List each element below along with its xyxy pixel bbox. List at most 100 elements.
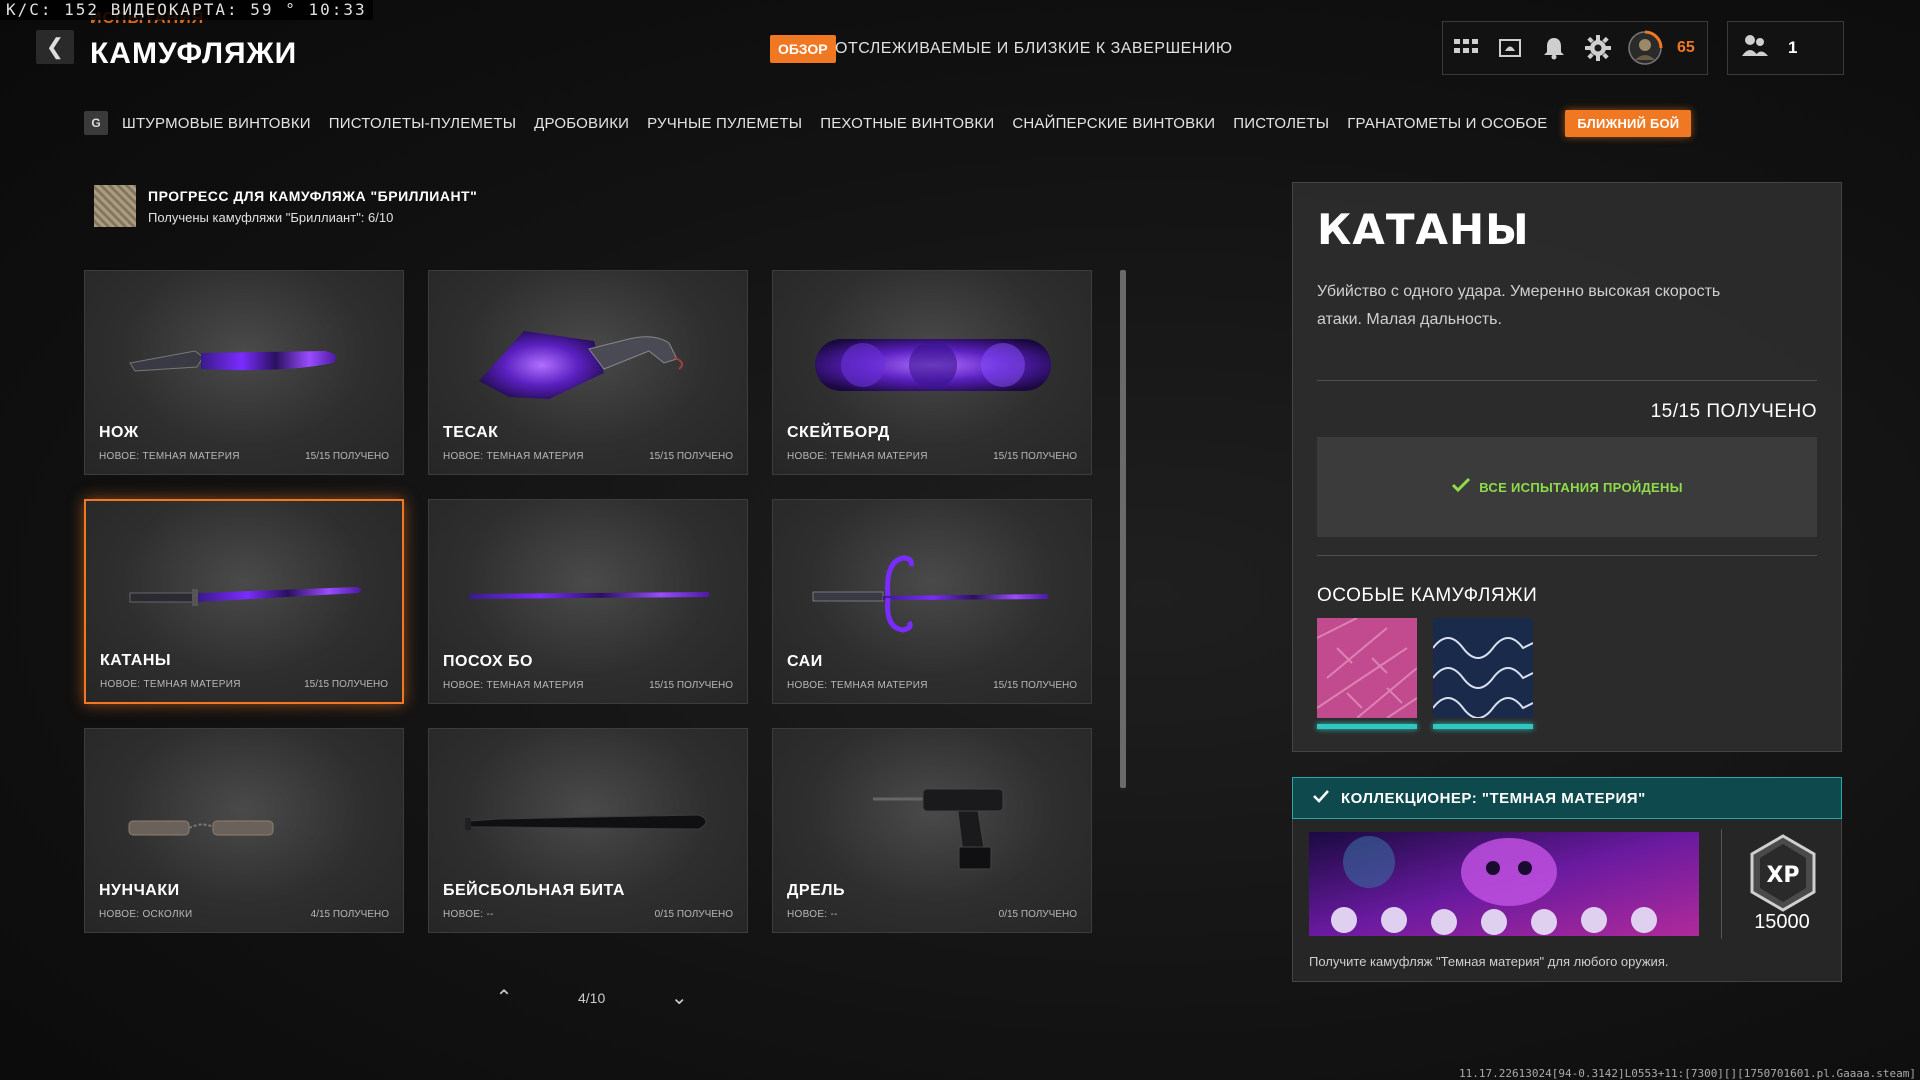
weapon-name: НУНЧАКИ (99, 882, 180, 899)
overview-button[interactable]: ОБЗОР (770, 35, 836, 63)
weapon-count: 15/15 ПОЛУЧЕНО (993, 680, 1077, 691)
page-indicator: 4/10 (578, 989, 606, 1006)
page-title: КАМУФЛЯЖИ (90, 37, 298, 70)
all-challenges-complete: ВСЕ ИСПЫТАНИЯ ПРОЙДЕНЫ (1317, 437, 1817, 537)
tab-shotguns[interactable]: ДРОБОВИКИ (534, 115, 629, 132)
weapon-count: 0/15 ПОЛУЧЕНО (998, 909, 1077, 920)
bo-staff-icon (469, 592, 709, 599)
bell-icon[interactable] (1539, 33, 1569, 63)
weapon-new-camo: НОВОЕ: ТЕМНАЯ МАТЕРИЯ (100, 679, 241, 690)
tab-pistols[interactable]: ПИСТОЛЕТЫ (1233, 115, 1329, 132)
swatch-indicator (1317, 724, 1417, 729)
weapon-card-nunchaku[interactable]: НУНЧАКИ НОВОЕ: ОСКОЛКИ 4/15 ПОЛУЧЕНО (84, 728, 404, 933)
weapon-count: 4/15 ПОЛУЧЕНО (310, 909, 389, 920)
checkmark-icon (1451, 477, 1471, 498)
svg-text:XP: XP (1766, 863, 1799, 888)
collector-title: КОЛЛЕКЦИОНЕР: "ТЕМНАЯ МАТЕРИЯ" (1341, 789, 1646, 807)
special-camo-pink[interactable] (1317, 618, 1417, 718)
weapon-card-knife[interactable]: НОЖ НОВОЕ: ТЕМНАЯ МАТЕРИЯ 15/15 ПОЛУЧЕНО (84, 270, 404, 475)
dark-matter-reward-image (1309, 832, 1699, 936)
special-camo-wave[interactable] (1433, 618, 1533, 718)
fps-overlay: К/С: 152 ВИДЕОКАРТА: 59 ° 10:33 (0, 0, 373, 20)
grid-scrollbar-thumb[interactable] (1120, 270, 1126, 788)
build-string: 11.17.22613024[94-0.3142]L0553+11:[7300]… (1459, 1067, 1916, 1080)
weapon-new-camo: НОВОЕ: ТЕМНАЯ МАТЕРИЯ (443, 451, 584, 462)
tab-launchers-special[interactable]: ГРАНАТОМЕТЫ И ОСОБОЕ (1347, 115, 1547, 132)
weapon-count: 15/15 ПОЛУЧЕНО (649, 680, 733, 691)
weapon-card-drill[interactable]: ДРЕЛЬ НОВОЕ: -- 0/15 ПОЛУЧЕНО (772, 728, 1092, 933)
weapon-name: ТЕСАК (443, 424, 499, 441)
weapon-name: СКЕЙТБОРД (787, 424, 890, 441)
player-avatar[interactable] (1627, 30, 1663, 66)
weapon-count: 15/15 ПОЛУЧЕНО (993, 451, 1077, 462)
friends-icon (1742, 34, 1768, 63)
weapon-new-camo: НОВОЕ: -- (787, 909, 838, 920)
knife-icon (129, 350, 337, 372)
tab-assault-rifles[interactable]: ШТУРМОВЫЕ ВИНТОВКИ (122, 115, 311, 132)
weapon-new-camo: НОВОЕ: ОСКОЛКИ (99, 909, 193, 920)
weapon-new-camo: НОВОЕ: ТЕМНАЯ МАТЕРИЯ (443, 680, 584, 691)
weapon-new-camo: НОВОЕ: ТЕМНАЯ МАТЕРИЯ (787, 680, 928, 691)
weapon-name: САИ (787, 653, 823, 670)
weapon-new-camo: НОВОЕ: ТЕМНАЯ МАТЕРИЯ (787, 451, 928, 462)
special-camos-title: ОСОБЫЕ КАМУФЛЯЖИ (1317, 585, 1538, 606)
tracked-challenges-link[interactable]: ОТСЛЕЖИВАЕМЫЕ И БЛИЗКИЕ К ЗАВЕРШЕНИЮ (835, 40, 1233, 58)
tab-marksman-rifles[interactable]: ПЕХОТНЫЕ ВИНТОВКИ (820, 115, 994, 132)
weapon-card-cleaver[interactable]: ТЕСАК НОВОЕ: ТЕМНАЯ МАТЕРИЯ 15/15 ПОЛУЧЕ… (428, 270, 748, 475)
sai-icon (812, 555, 1048, 633)
cleaver-icon (479, 331, 684, 399)
map-icon[interactable] (1495, 33, 1525, 63)
weapon-count: 15/15 ПОЛУЧЕНО (649, 451, 733, 462)
weapon-card-skateboard[interactable]: СКЕЙТБОРД НОВОЕ: ТЕМНАЯ МАТЕРИЯ 15/15 ПО… (772, 270, 1092, 475)
weapon-name: ПОСОХ БО (443, 653, 533, 670)
chevron-left-icon: ❮ (45, 34, 65, 59)
chevron-down-icon[interactable]: ⌄ (665, 985, 693, 1010)
detail-description: Убийство с одного удара. Умеренно высока… (1317, 283, 1721, 328)
weapon-card-baseball-bat[interactable]: БЕЙСБОЛЬНАЯ БИТА НОВОЕ: -- 0/15 ПОЛУЧЕНО (428, 728, 748, 933)
diamond-camo-swatch (94, 185, 136, 227)
weapon-new-camo: НОВОЕ: -- (443, 909, 494, 920)
checkmark-icon (1313, 789, 1329, 808)
baseball-bat-icon (465, 814, 707, 830)
collector-challenge-header[interactable]: КОЛЛЕКЦИОНЕР: "ТЕМНАЯ МАТЕРИЯ" (1292, 777, 1842, 819)
weapon-name: ДРЕЛЬ (787, 882, 845, 899)
weapon-name: КАТАНЫ (100, 652, 172, 669)
xp-badge-icon: XP (1750, 834, 1816, 912)
weapon-count: 15/15 ПОЛУЧЕНО (304, 679, 388, 690)
skateboard-icon (815, 339, 1051, 391)
detail-title: КАТАНЫ (1317, 205, 1530, 254)
nunchaku-icon (128, 820, 274, 836)
tab-melee[interactable]: БЛИЖНИЙ БОЙ (1565, 109, 1692, 137)
weapon-name: НОЖ (99, 424, 139, 441)
top-icon-bar: 65 (1442, 21, 1708, 75)
diamond-progress: ПРОГРЕСС ДЛЯ КАМУФЛЯЖА "БРИЛЛИАНТ" Получ… (94, 185, 477, 227)
weapon-card-bo-staff[interactable]: ПОСОХ БО НОВОЕ: ТЕМНАЯ МАТЕРИЯ 15/15 ПОЛ… (428, 499, 748, 704)
weapon-card-katana[interactable]: КАТАНЫ НОВОЕ: ТЕМНАЯ МАТЕРИЯ 15/15 ПОЛУЧ… (84, 499, 404, 704)
weapon-count: 0/15 ПОЛУЧЕНО (654, 909, 733, 920)
divider (1317, 380, 1817, 381)
gear-icon[interactable] (1583, 33, 1613, 63)
progress-subtitle: Получены камуфляжи "Бриллиант": 6/10 (148, 209, 394, 225)
weapon-count: 15/15 ПОЛУЧЕНО (305, 451, 389, 462)
katana-icon (129, 587, 362, 606)
detail-completed-count: 15/15 ПОЛУЧЕНО (1650, 401, 1817, 422)
weapon-detail-panel: КАТАНЫ Убийство с одного удара. Умеренно… (1292, 182, 1842, 752)
drill-icon (873, 788, 1004, 870)
party-box[interactable]: 1 (1727, 21, 1844, 75)
grid-menu-icon[interactable] (1451, 33, 1481, 63)
chevron-up-icon[interactable]: ⌃ (490, 985, 518, 1010)
tab-sniper-rifles[interactable]: СНАЙПЕРСКИЕ ВИНТОВКИ (1012, 115, 1215, 132)
weapon-new-camo: НОВОЕ: ТЕМНАЯ МАТЕРИЯ (99, 451, 240, 462)
category-tabs: G ШТУРМОВЫЕ ВИНТОВКИ ПИСТОЛЕТЫ-ПУЛЕМЕТЫ … (84, 108, 1709, 138)
tab-smgs[interactable]: ПИСТОЛЕТЫ-ПУЛЕМЕТЫ (329, 115, 516, 132)
collector-description: Получите камуфляж "Темная материя" для л… (1309, 954, 1669, 969)
progress-title: ПРОГРЕСС ДЛЯ КАМУФЛЯЖА "БРИЛЛИАНТ" (148, 187, 478, 204)
back-button[interactable]: ❮ (36, 30, 74, 64)
collector-challenge-body: XP 15000 Получите камуфляж "Темная матер… (1292, 819, 1842, 982)
weapon-card-sai[interactable]: САИ НОВОЕ: ТЕМНАЯ МАТЕРИЯ 15/15 ПОЛУЧЕНО (772, 499, 1092, 704)
weapon-name: БЕЙСБОЛЬНАЯ БИТА (443, 882, 625, 899)
party-count: 1 (1788, 38, 1798, 57)
xp-amount: 15000 (1754, 911, 1810, 933)
tab-lmgs[interactable]: РУЧНЫЕ ПУЛЕМЕТЫ (647, 115, 802, 132)
all-done-label: ВСЕ ИСПЫТАНИЯ ПРОЙДЕНЫ (1479, 479, 1683, 495)
